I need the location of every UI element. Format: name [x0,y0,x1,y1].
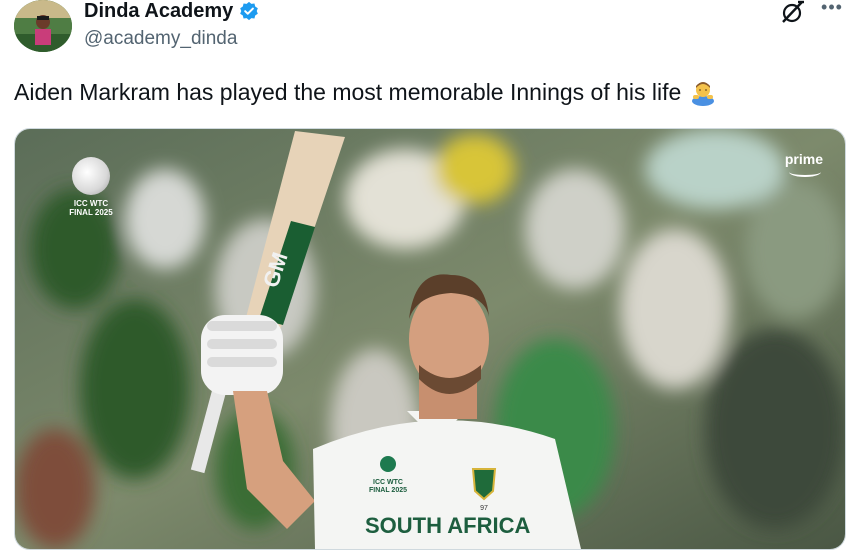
prime-smile-icon [789,167,821,177]
svg-text:FINAL 2025: FINAL 2025 [369,487,407,494]
grok-icon[interactable] [780,0,806,24]
tweet-media-image[interactable]: GM ICC WTC FINAL 2025 97 SOUTH AFRICA IC… [14,128,846,550]
prime-video-logo: prime [784,151,823,167]
batting-glove [201,315,283,395]
avatar[interactable] [14,0,72,52]
display-name-row[interactable]: Dinda Academy [84,0,259,22]
svg-text:ICC WTC: ICC WTC [373,479,403,486]
verified-badge-icon [239,1,259,21]
display-name[interactable]: Dinda Academy [84,0,233,22]
tweet-text: Aiden Markram has played the most memora… [14,79,682,105]
man-bowing-emoji-icon [689,78,717,106]
shirt-number: 97 [480,505,488,512]
shirt-text: SOUTH AFRICA [365,513,531,538]
user-handle[interactable]: @academy_dinda [84,28,237,50]
more-options-icon[interactable]: ••• [818,0,846,20]
tweet-text-row: Aiden Markram has played the most memora… [14,78,717,106]
icc-wtc-logo: ICC WTC FINAL 2025 [67,157,115,217]
